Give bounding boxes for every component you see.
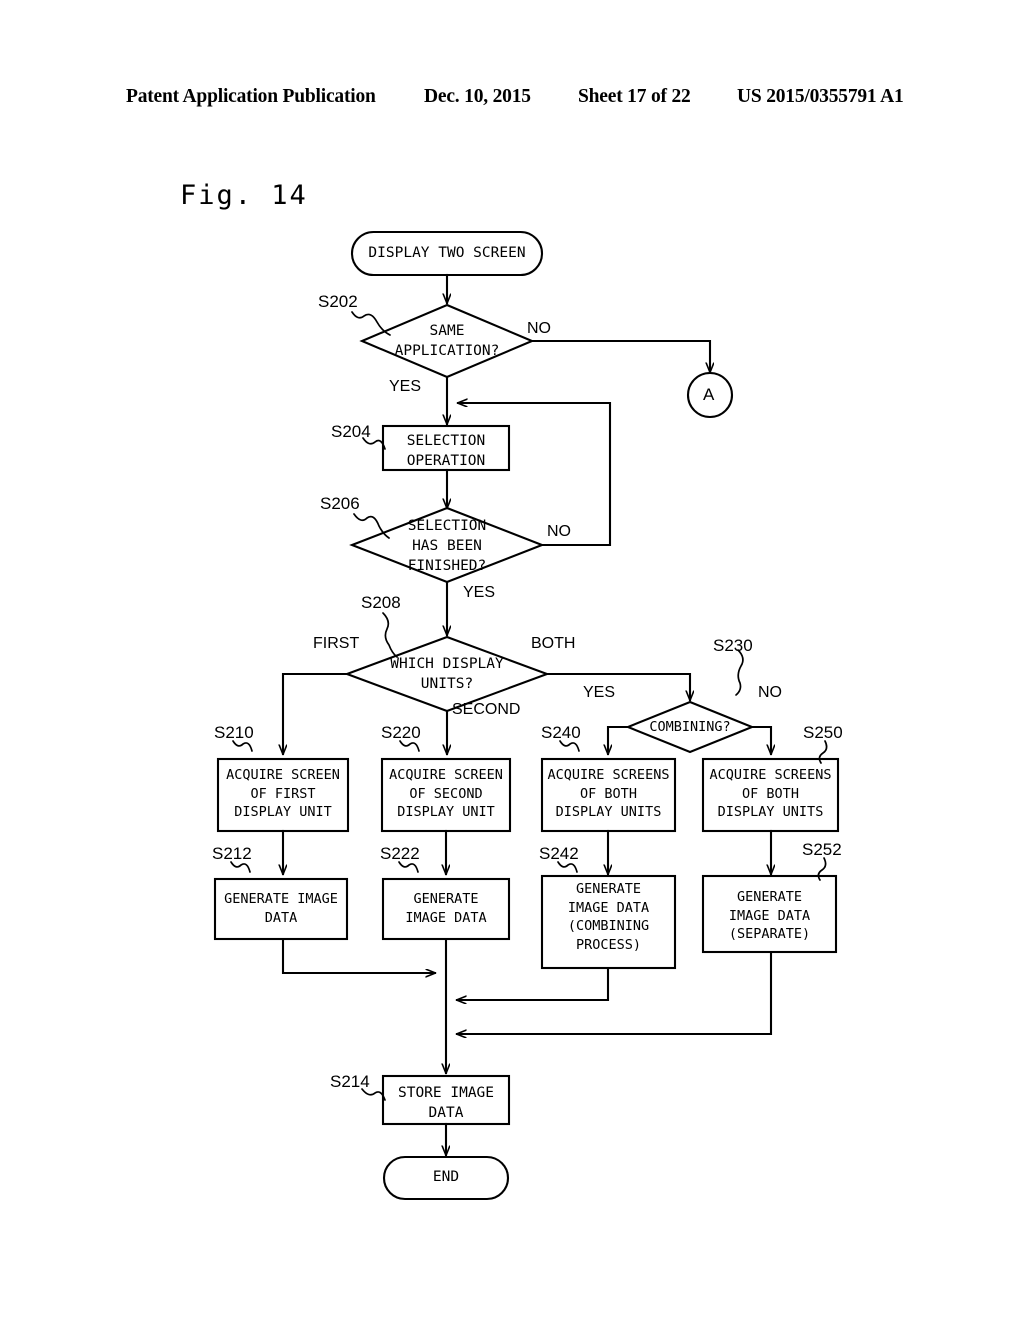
step-label-s212: S212 bbox=[212, 844, 252, 863]
step-label-s202: S202 bbox=[318, 292, 358, 311]
node-connector-a-label: A bbox=[703, 385, 715, 404]
step-label-s206: S206 bbox=[320, 494, 360, 513]
step-label-s220: S220 bbox=[381, 723, 421, 742]
step-label-s204: S204 bbox=[331, 422, 371, 441]
edge-label-s206-yes: YES bbox=[463, 584, 496, 601]
step-label-s208: S208 bbox=[361, 593, 401, 612]
node-s230-label: COMBINING? bbox=[649, 719, 731, 735]
node-s240-label: ACQUIRE SCREENS OF BOTH DISPLAY UNITS bbox=[547, 767, 670, 820]
step-label-s250: S250 bbox=[803, 723, 843, 742]
edge-label-s202-yes: YES bbox=[389, 378, 422, 395]
node-s206-label: SELECTION HAS BEEN FINISHED? bbox=[407, 518, 487, 574]
leader-s208 bbox=[382, 612, 398, 658]
step-label-s242: S242 bbox=[539, 844, 579, 863]
node-s242-label: GENERATE IMAGE DATA (COMBINING PROCESS) bbox=[567, 881, 650, 953]
node-s208-label: WHICH DISPLAY UNITS? bbox=[390, 656, 504, 692]
step-label-s214: S214 bbox=[330, 1072, 370, 1091]
edge-label-s208-second: SECOND bbox=[452, 701, 521, 718]
step-label-s230: S230 bbox=[713, 636, 753, 655]
node-s212-label: GENERATE IMAGE DATA bbox=[224, 891, 338, 926]
node-end-label: END bbox=[432, 1169, 460, 1185]
step-label-s240: S240 bbox=[541, 723, 581, 742]
node-start-label: DISPLAY TWO SCREEN bbox=[368, 245, 526, 261]
node-s214-label: STORE IMAGE DATA bbox=[397, 1085, 495, 1121]
edge-label-s202-no: NO bbox=[527, 320, 551, 337]
edge-label-s208-both: BOTH bbox=[531, 635, 576, 652]
leader-s230 bbox=[735, 649, 744, 696]
step-label-s252: S252 bbox=[802, 840, 842, 859]
node-s250-label: ACQUIRE SCREENS OF BOTH DISPLAY UNITS bbox=[709, 767, 832, 820]
node-s202-label: SAME APPLICATION? bbox=[394, 323, 500, 359]
edge-label-s208-first: FIRST bbox=[313, 635, 360, 652]
edge-label-s230-yes: YES bbox=[583, 684, 616, 701]
node-s220-label: ACQUIRE SCREEN OF SECOND DISPLAY UNIT bbox=[389, 767, 503, 820]
step-label-s222: S222 bbox=[380, 844, 420, 863]
node-s222-label: GENERATE IMAGE DATA bbox=[405, 891, 487, 926]
node-s204-label: SELECTION OPERATION bbox=[406, 433, 486, 469]
step-label-s210: S210 bbox=[214, 723, 254, 742]
node-s252-label: GENERATE IMAGE DATA (SEPARATE) bbox=[728, 889, 811, 942]
edge-label-s206-no: NO bbox=[547, 523, 571, 540]
node-s210-label: ACQUIRE SCREEN OF FIRST DISPLAY UNIT bbox=[226, 767, 340, 820]
edge-label-s230-no: NO bbox=[758, 684, 782, 701]
